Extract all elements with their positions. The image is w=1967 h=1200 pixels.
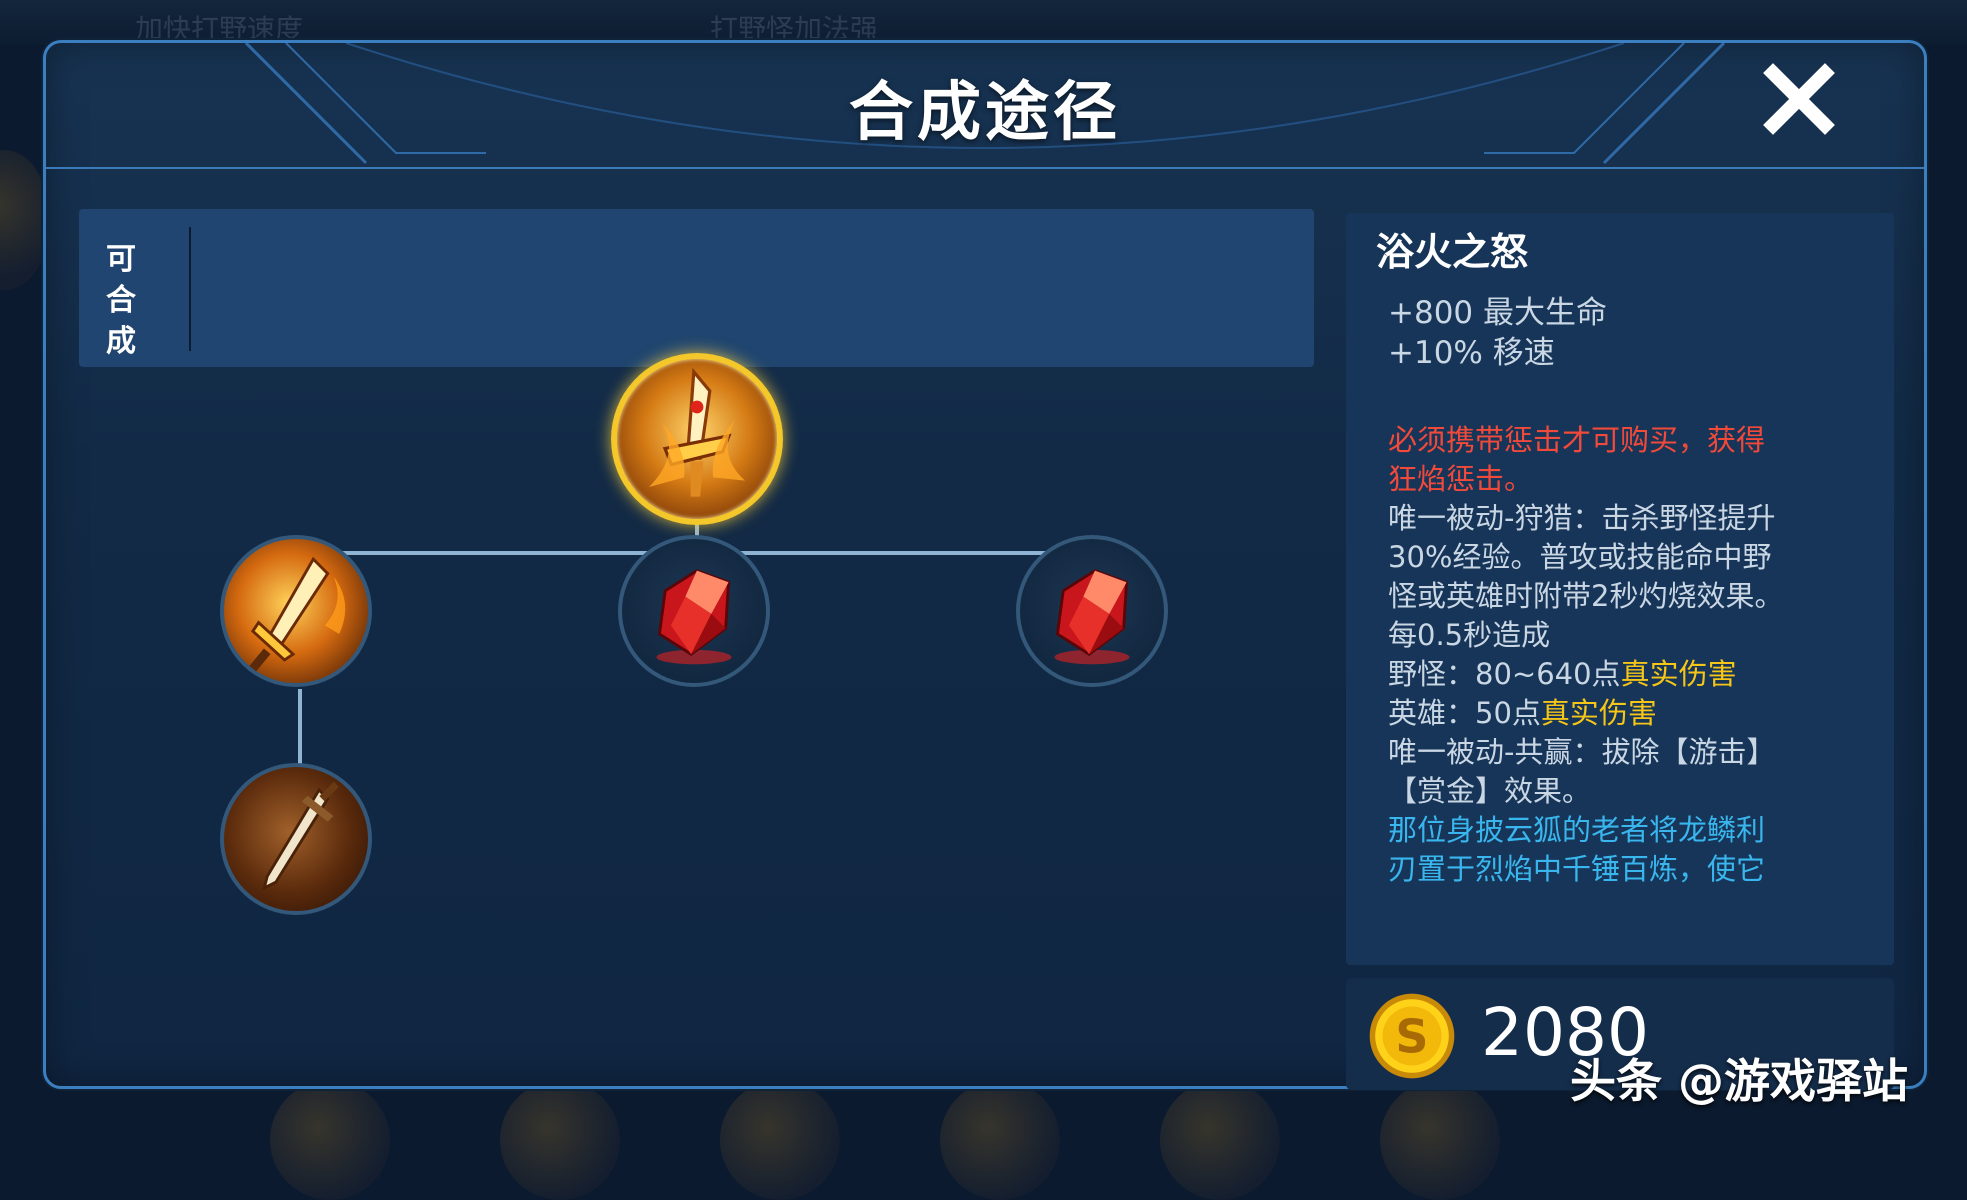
red-gem-icon	[656, 569, 732, 665]
recipe-root-item[interactable]	[611, 353, 783, 525]
requirement-text: 必须携带惩击才可购买，获得	[1388, 423, 1766, 457]
monster-damage-prefix: 野怪：80~640点	[1388, 657, 1621, 691]
gold-coin-icon: S	[1369, 993, 1455, 1079]
background-item-icon	[720, 1080, 840, 1200]
lore-text: 那位身披云狐的老者将龙鳞利	[1388, 813, 1766, 847]
background-item-icon	[940, 1080, 1060, 1200]
red-gem-icon	[1054, 569, 1130, 665]
passive-text: 【赏金】效果。	[1388, 774, 1592, 808]
item-stat: +800 最大生命	[1388, 295, 1607, 331]
watermark-text: 头条 @游戏驿站	[1570, 1054, 1909, 1108]
dagger-icon	[262, 781, 339, 891]
recipe-component-item[interactable]	[220, 535, 372, 687]
true-damage-keyword: 真实伤害	[1540, 696, 1657, 730]
item-stats: +800 最大生命 +10% 移速	[1388, 293, 1607, 373]
background-item-icon	[1380, 1080, 1500, 1200]
close-button[interactable]	[1763, 63, 1853, 153]
hero-damage-line: 英雄：50点真实伤害	[1388, 694, 1868, 733]
recipe-component-item[interactable]	[1016, 535, 1168, 687]
item-info-panel: 浴火之怒 +800 最大生命 +10% 移速 必须携带惩击才可购买，获得 狂焰惩…	[1346, 213, 1894, 965]
hero-damage-prefix: 英雄：50点	[1388, 696, 1541, 730]
item-stat: +10% 移速	[1388, 335, 1555, 371]
item-name: 浴火之怒	[1376, 230, 1529, 274]
requirement-text: 狂焰惩击。	[1388, 462, 1534, 496]
recipe-component-item[interactable]	[618, 535, 770, 687]
passive-text: 每0.5秒造成	[1388, 618, 1551, 652]
background-item-icon	[1160, 1080, 1280, 1200]
lore-text: 刃置于烈焰中千锤百炼，使它	[1388, 852, 1766, 886]
background-item-icon	[500, 1080, 620, 1200]
passive-text: 唯一被动-共赢：拔除【游击】	[1388, 735, 1776, 769]
passive-text: 唯一被动-狩猎：击杀野怪提升	[1388, 501, 1776, 535]
monster-damage-line: 野怪：80~640点真实伤害	[1388, 655, 1868, 694]
item-description: 必须携带惩击才可购买，获得 狂焰惩击。 唯一被动-狩猎：击杀野怪提升 30%经验…	[1388, 421, 1868, 889]
recipe-tree	[46, 43, 1346, 1086]
true-damage-keyword: 真实伤害	[1620, 657, 1737, 691]
recipe-subcomponent-item[interactable]	[220, 763, 372, 915]
crafting-path-dialog: 合成途径 可合成 浴火之怒 +800 最大生命 +10% 移速 必须携带惩击才可…	[43, 40, 1927, 1090]
background-item-icon	[270, 1080, 390, 1200]
flaming-blade-icon	[649, 367, 745, 497]
close-x-icon	[1763, 63, 1835, 135]
golden-blade-icon	[249, 556, 346, 672]
svg-text:S: S	[1395, 1010, 1428, 1064]
passive-text: 怪或英雄时附带2秒灼烧效果。	[1388, 579, 1784, 613]
passive-text: 30%经验。普攻或技能命中野	[1388, 540, 1772, 574]
